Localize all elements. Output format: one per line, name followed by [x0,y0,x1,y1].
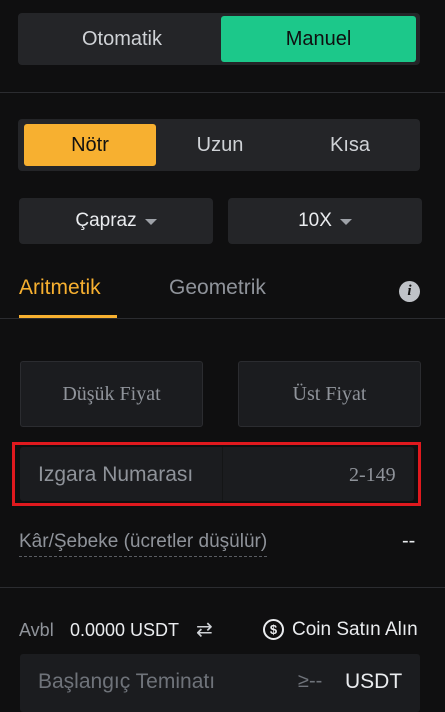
initial-margin-unit: USDT [345,670,403,693]
transfer-icon[interactable]: ⇄ [196,617,213,642]
direction-toggle: Nötr Uzun Kısa [18,119,420,171]
direction-short-button[interactable]: Kısa [284,124,416,166]
info-icon[interactable]: i [399,281,420,302]
highlight-box [12,442,421,506]
direction-neutral-button[interactable]: Nötr [24,124,156,166]
margin-mode-value: Çapraz [75,210,137,231]
caret-down-icon [339,219,352,225]
tab-arithmetic[interactable]: Aritmetik [19,276,101,300]
tab-geometric[interactable]: Geometrik [169,276,266,300]
dollar-icon: $ [263,619,284,640]
initial-margin-placeholder: Başlangıç Teminatı [38,670,216,693]
mode-manual-button[interactable]: Manuel [221,16,416,62]
mode-toggle: Otomatik Manuel [18,13,420,65]
leverage-value: 10X [298,210,332,231]
direction-long-button[interactable]: Uzun [154,124,286,166]
available-label: Avbl [19,620,54,640]
divider [0,587,445,588]
caret-down-icon [144,219,157,225]
divider [0,92,445,93]
margin-mode-select[interactable]: Çapraz [19,198,213,244]
available-balance: 0.0000 USDT [70,620,180,640]
initial-margin-minimum: ≥-- [298,670,323,692]
buy-coin-link[interactable]: Coin Satın Alın [292,619,418,641]
low-price-input[interactable]: Düşük Fiyat [20,361,203,427]
profit-per-grid-value: -- [402,530,416,552]
leverage-select[interactable]: 10X [228,198,422,244]
high-price-input[interactable]: Üst Fiyat [238,361,421,427]
mode-auto-button[interactable]: Otomatik [22,16,222,62]
divider [0,318,445,319]
profit-per-grid-label: Kâr/Şebeke (ücretler düşülür) [19,531,268,557]
